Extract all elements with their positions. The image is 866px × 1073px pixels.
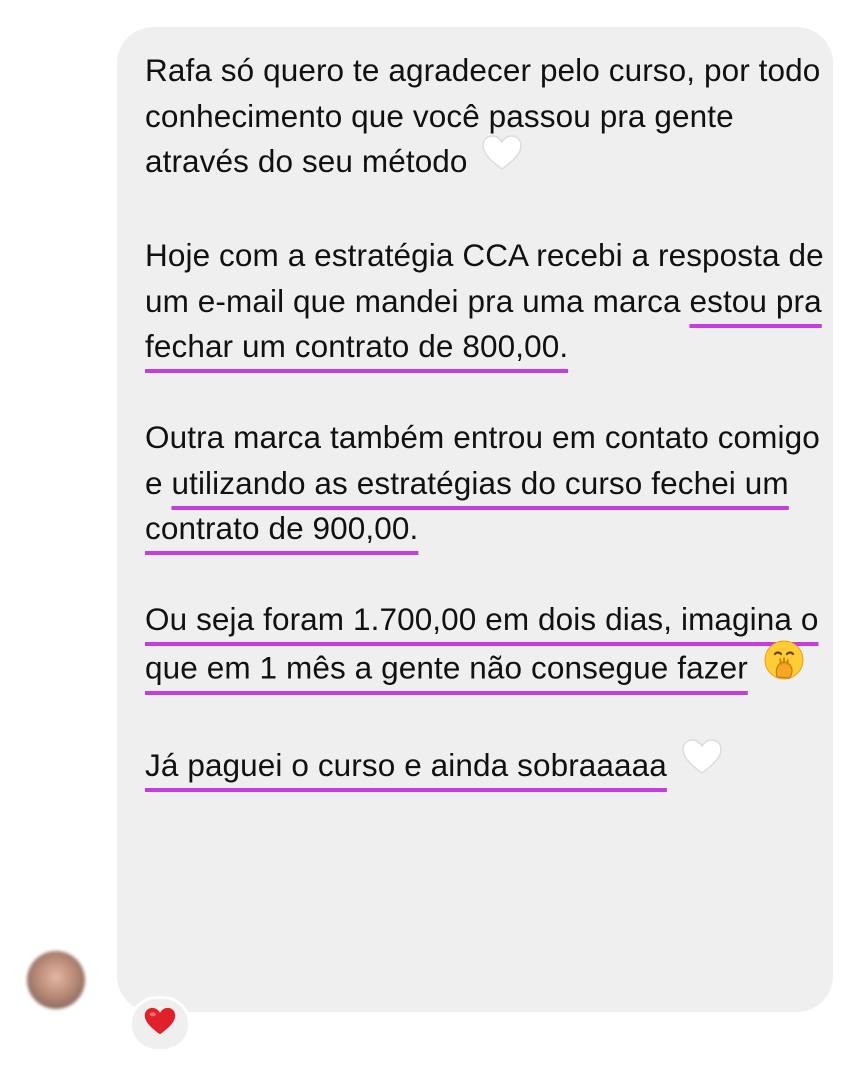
avatar[interactable] bbox=[27, 951, 85, 1009]
message-paragraph-2: Hoje com a estratégia CCA recebi a respo… bbox=[145, 233, 825, 370]
highlighted-text: Já paguei o curso e ainda sobraaaaa bbox=[145, 746, 667, 783]
message-paragraph-5: Já paguei o curso e ainda sobraaaaa bbox=[145, 739, 825, 792]
white-heart-icon bbox=[482, 135, 523, 184]
message-paragraph-4: Ou seja foram 1.700,00 em dois dias, ima… bbox=[145, 597, 825, 697]
message-paragraph-1: Rafa só quero te agradecer pelo curso, p… bbox=[145, 48, 825, 188]
hand-over-mouth-emoji-icon bbox=[763, 639, 805, 694]
message-text: Rafa só quero te agradecer pelo curso, p… bbox=[145, 48, 825, 792]
message-paragraph-3: Outra marca também entrou em contato com… bbox=[145, 415, 825, 552]
red-heart-icon bbox=[144, 1007, 176, 1041]
highlighted-text: Ou seja foram 1.700,00 em dois dias, ima… bbox=[145, 601, 819, 686]
white-heart-icon bbox=[681, 739, 722, 788]
highlighted-text: utilizando as estratégias do curso feche… bbox=[145, 464, 789, 547]
reaction-badge[interactable] bbox=[129, 996, 191, 1052]
